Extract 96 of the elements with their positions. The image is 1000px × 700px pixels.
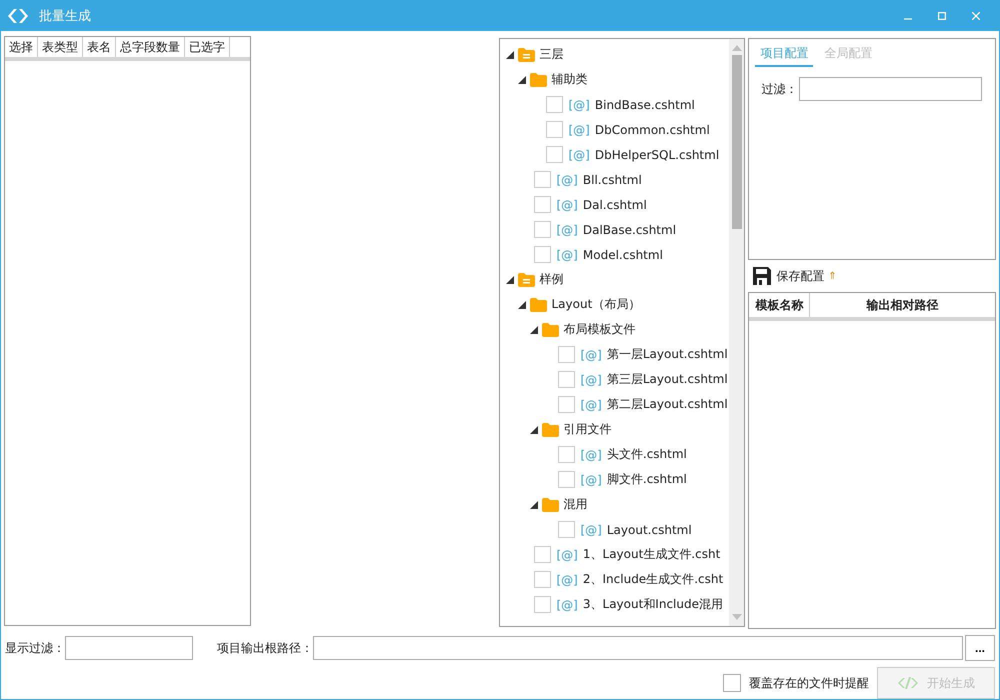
checkbox[interactable] xyxy=(723,674,741,692)
razor-tag: [@] xyxy=(580,372,602,386)
razor-tag: [@] xyxy=(580,522,602,536)
expanded-arrow-icon[interactable] xyxy=(530,426,538,434)
save-icon xyxy=(752,266,772,286)
razor-tag: [@] xyxy=(556,222,578,236)
checkbox[interactable] xyxy=(534,221,550,238)
razor-tag: [@] xyxy=(556,572,578,586)
column-header[interactable]: 表类型 xyxy=(38,37,83,57)
tree-folder[interactable]: 样例 xyxy=(540,271,564,288)
column-header[interactable]: 已选字 xyxy=(185,37,230,57)
tree-folder[interactable]: 混用 xyxy=(564,496,588,513)
scroll-up-icon xyxy=(732,43,742,51)
razor-tag: [@] xyxy=(556,172,578,186)
razor-tag: [@] xyxy=(556,248,578,262)
checkbox[interactable] xyxy=(546,96,562,113)
tree-item[interactable]: 头文件.cshtml xyxy=(606,446,687,463)
tree-folder[interactable]: 布局模板文件 xyxy=(564,321,636,338)
folder-icon xyxy=(530,72,546,86)
checkbox[interactable] xyxy=(558,396,574,413)
razor-tag: [@] xyxy=(580,398,602,412)
checkbox[interactable] xyxy=(534,171,550,188)
expanded-arrow-icon[interactable] xyxy=(506,50,514,58)
folder-icon xyxy=(542,498,558,512)
folder-icon xyxy=(542,322,558,336)
razor-tag: [@] xyxy=(580,448,602,462)
checkbox[interactable] xyxy=(558,521,574,538)
tree-item[interactable]: BindBase.cshtml xyxy=(594,98,695,112)
tree-item[interactable]: Bll.cshtml xyxy=(582,172,642,186)
maximize-icon xyxy=(938,12,946,20)
filter-field[interactable] xyxy=(799,77,982,101)
checkbox[interactable] xyxy=(546,121,562,138)
expanded-arrow-icon[interactable] xyxy=(530,500,538,508)
tree-item[interactable]: DbCommon.cshtml xyxy=(594,122,710,136)
column-header[interactable]: 模板名称 xyxy=(749,293,810,317)
list-folder-icon xyxy=(518,48,534,62)
expanded-arrow-icon[interactable] xyxy=(506,276,514,284)
folder-icon xyxy=(542,422,558,436)
checkbox[interactable] xyxy=(558,446,574,463)
tree-item[interactable]: DbHelperSQL.cshtml xyxy=(594,148,720,162)
razor-tag: [@] xyxy=(568,148,590,162)
tree-item[interactable]: Layout.cshtml xyxy=(606,522,692,536)
folder-icon xyxy=(530,298,546,312)
expanded-arrow-icon[interactable] xyxy=(518,300,526,308)
filter-label: 过滤： xyxy=(761,80,798,98)
checkbox[interactable] xyxy=(558,346,574,363)
razor-tag: [@] xyxy=(580,348,602,362)
list-folder-icon xyxy=(518,272,534,286)
scroll-down-icon xyxy=(732,614,742,622)
tree-item[interactable]: 1、Layout生成文件.csht xyxy=(582,546,720,563)
display-filter-field[interactable] xyxy=(65,636,193,660)
razor-tag: [@] xyxy=(556,548,578,562)
checkbox[interactable] xyxy=(558,471,574,488)
scrollbar[interactable] xyxy=(729,39,744,626)
razor-tag: [@] xyxy=(568,98,590,112)
tree-folder[interactable]: 辅助类 xyxy=(552,71,588,88)
tree-item[interactable]: DalBase.cshtml xyxy=(582,222,676,236)
tree-folder[interactable]: 三层 xyxy=(540,46,564,63)
checkbox[interactable] xyxy=(534,196,550,213)
code-icon xyxy=(897,676,919,690)
razor-tag: [@] xyxy=(568,122,590,136)
expanded-arrow-icon[interactable] xyxy=(530,326,538,334)
tree-folder[interactable]: 引用文件 xyxy=(564,421,612,438)
column-header[interactable]: 选择 xyxy=(5,37,38,57)
scrollbar-thumb[interactable] xyxy=(732,55,742,229)
checkbox[interactable] xyxy=(546,146,562,163)
marker-glyph: ⇑ xyxy=(828,270,837,282)
output-path-field[interactable] xyxy=(313,636,963,660)
tree-item[interactable]: 第一层Layout.cshtml xyxy=(606,346,728,363)
window-title: 批量生成 xyxy=(39,8,92,25)
checkbox[interactable] xyxy=(558,371,574,388)
tree-item[interactable]: 3、Layout和Include混用 xyxy=(582,596,723,613)
column-header[interactable]: 总字段数量 xyxy=(116,37,185,57)
checkbox[interactable] xyxy=(534,571,550,588)
razor-tag: [@] xyxy=(556,198,578,212)
tree-item[interactable]: 2、Include生成文件.csht xyxy=(582,571,724,588)
display-filter-label: 显示过滤： xyxy=(5,640,65,656)
razor-tag: [@] xyxy=(580,472,602,486)
output-path-label: 项目输出根路径： xyxy=(217,640,313,656)
checkbox[interactable] xyxy=(534,246,550,263)
tree-item[interactable]: 第三层Layout.cshtml xyxy=(606,371,728,388)
tree-folder[interactable]: Layout（布局） xyxy=(552,296,640,313)
checkbox[interactable] xyxy=(534,596,550,613)
expanded-arrow-icon[interactable] xyxy=(518,76,526,84)
tree-item[interactable]: Model.cshtml xyxy=(582,248,663,262)
save-config-link[interactable]: 保存配置 xyxy=(776,268,824,284)
tree-item[interactable]: 第二层Layout.cshtml xyxy=(606,396,728,413)
tree-item[interactable]: 脚文件.cshtml xyxy=(606,471,687,488)
browse-button[interactable]: ... xyxy=(965,635,995,661)
checkbox[interactable] xyxy=(534,546,550,563)
close-icon xyxy=(972,12,980,20)
razor-tag: [@] xyxy=(556,598,578,612)
column-header[interactable]: 表名 xyxy=(83,37,116,57)
column-header[interactable]: 输出相对路径 xyxy=(810,293,995,317)
tree-item[interactable]: Dal.cshtml xyxy=(582,198,647,212)
overwrite-label: 覆盖存在的文件时提醒 xyxy=(749,674,869,692)
